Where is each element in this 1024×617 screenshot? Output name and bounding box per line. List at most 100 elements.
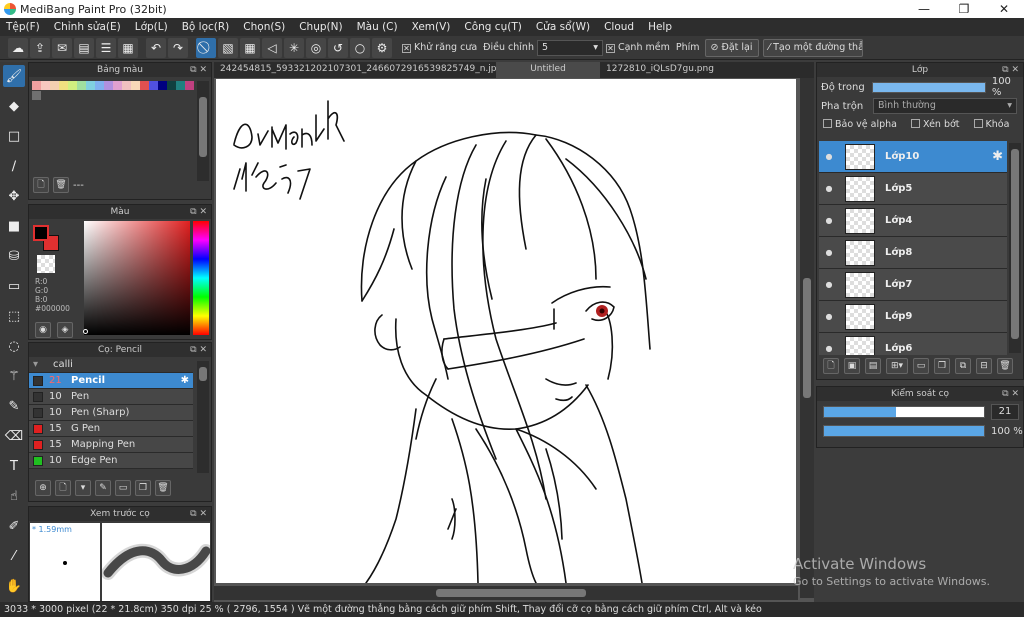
menu-filter[interactable]: Bộ lọc(R) <box>176 21 238 33</box>
menu-cloud[interactable]: Cloud <box>598 21 642 33</box>
magic-wand-tool-icon[interactable]: ⚚ <box>3 365 25 387</box>
color-chips[interactable] <box>33 225 59 251</box>
lasso-tool-icon[interactable]: ◌ <box>3 335 25 357</box>
new-palette-icon[interactable]: 🗋 <box>33 177 49 193</box>
menu-help[interactable]: Help <box>642 21 680 33</box>
dot-tool-icon[interactable]: ∕ <box>3 155 25 177</box>
cloud-icon[interactable]: ☁ <box>8 37 28 58</box>
new-layer-icon[interactable]: 🗋 <box>823 358 839 374</box>
delete-palette-icon[interactable]: 🗑 <box>53 177 69 193</box>
palette-swatch[interactable] <box>68 81 77 90</box>
palette-swatch[interactable] <box>158 81 167 90</box>
soft-edge-checkbox[interactable]: ✕ Cạnh mềm <box>605 42 670 53</box>
snap-settings-icon[interactable]: ⚙ <box>372 37 392 58</box>
lock-checkbox[interactable]: Khóa <box>973 118 1009 130</box>
menu-snap[interactable]: Chụp(N) <box>293 21 350 33</box>
snap-ellipse-icon[interactable]: ○ <box>350 37 370 58</box>
layer-settings-icon[interactable]: ⊟ <box>976 358 992 374</box>
palette-swatch[interactable] <box>59 81 68 90</box>
layer-row[interactable]: ● Lớp5 <box>819 173 1007 205</box>
palette-swatch[interactable] <box>41 81 50 90</box>
brush-size-value[interactable]: 21 <box>991 404 1019 420</box>
fill-rect-tool-icon[interactable]: ■ <box>3 215 25 237</box>
gear-icon[interactable]: ✱ <box>992 149 1007 164</box>
snap-perspective-icon[interactable]: ◁ <box>262 37 282 58</box>
snap-circle-icon[interactable]: ◎ <box>306 37 326 58</box>
layer-row[interactable]: ● Lớp10 ✱ <box>819 141 1007 173</box>
brush-item[interactable]: 10 Edge Pen <box>29 453 193 469</box>
canvas-vertical-scrollbar[interactable] <box>800 78 814 598</box>
comment-icon[interactable]: ✉ <box>52 37 72 58</box>
layer-row[interactable]: ● Lớp7 <box>819 269 1007 301</box>
brush-size-slider[interactable] <box>823 406 985 418</box>
panel-controls-icon[interactable]: ⧉ ✕ <box>190 343 207 357</box>
bucket-tool-icon[interactable]: ⛁ <box>3 245 25 267</box>
divide-tool-icon[interactable]: ✐ <box>3 515 25 537</box>
palette-swatch[interactable] <box>122 81 131 90</box>
brush-menu-icon[interactable]: ▾ <box>75 480 91 496</box>
palette-swatch[interactable] <box>167 81 176 90</box>
protect-alpha-checkbox[interactable]: Bảo vệ alpha <box>823 118 897 130</box>
close-icon[interactable]: ✕ <box>984 0 1024 18</box>
layer-scrollbar[interactable] <box>1009 143 1021 353</box>
primary-color-chip[interactable] <box>33 225 49 241</box>
delete-brush-icon[interactable]: 🗑 <box>155 480 171 496</box>
gear-icon[interactable]: ✱ <box>181 375 193 386</box>
panel-controls-icon[interactable]: ⧉ ✕ <box>190 507 207 521</box>
palette-swatch[interactable] <box>86 81 95 90</box>
add-brush-icon[interactable]: ⊕ <box>35 480 51 496</box>
visibility-icon[interactable]: ● <box>819 152 839 161</box>
palette-swatch[interactable] <box>77 81 86 90</box>
palette-swatch[interactable] <box>32 91 41 100</box>
panel-controls-icon[interactable]: ⧉ ✕ <box>1002 387 1019 401</box>
color-set-icon[interactable]: ◈ <box>57 322 73 338</box>
brush-group[interactable]: ▾ calli <box>29 357 193 373</box>
menu-select[interactable]: Chọn(S) <box>237 21 293 33</box>
palette-swatch[interactable] <box>113 81 122 90</box>
layer-row[interactable]: ● Lớp6 <box>819 333 1007 355</box>
color-picker-cursor[interactable] <box>83 329 88 334</box>
tab-document-3[interactable]: 1272810_iQLsD7gu.png <box>600 62 720 78</box>
palette-swatch[interactable] <box>32 81 41 90</box>
layer-row[interactable]: ● Lớp9 <box>819 301 1007 333</box>
brush-opacity-slider[interactable] <box>823 425 985 437</box>
palette-swatch[interactable] <box>131 81 140 90</box>
palette-swatch[interactable] <box>104 81 113 90</box>
visibility-icon[interactable]: ● <box>819 216 839 225</box>
palette-swatch[interactable] <box>95 81 104 90</box>
menu-edit[interactable]: Chỉnh sửa(E) <box>48 21 129 33</box>
brush-tool-icon[interactable]: 🖌 <box>3 65 25 87</box>
brush-item[interactable]: 10 Pen (Sharp) <box>29 405 193 421</box>
new-brush-icon[interactable]: 🗋 <box>55 480 71 496</box>
new-halftone-layer-icon[interactable]: ▣ <box>844 358 860 374</box>
transparent-color-chip[interactable] <box>37 255 55 273</box>
snap-parallel-icon[interactable]: ▧ <box>218 37 238 58</box>
undo-icon[interactable]: ↶ <box>146 37 166 58</box>
menu-color[interactable]: Màu (C) <box>351 21 406 33</box>
canvas-horizontal-scrollbar[interactable] <box>214 586 798 600</box>
panel-controls-icon[interactable]: ⧉ ✕ <box>190 205 207 219</box>
layer-row[interactable]: ● Lớp4 <box>819 205 1007 237</box>
snap-off-icon[interactable]: ⃠ <box>196 37 216 58</box>
brush-item[interactable]: 10 Pen <box>29 389 193 405</box>
visibility-icon[interactable]: ● <box>819 248 839 257</box>
folder-icon[interactable]: ▭ <box>115 480 131 496</box>
visibility-icon[interactable]: ● <box>819 280 839 289</box>
snap-grid-icon[interactable]: ▦ <box>240 37 260 58</box>
visibility-icon[interactable]: ● <box>819 344 839 353</box>
menu-tools[interactable]: Công cụ(T) <box>458 21 529 33</box>
menu-layer[interactable]: Lớp(L) <box>129 21 176 33</box>
brush-settings-icon[interactable]: ✎ <box>95 480 111 496</box>
new-8bit-layer-icon[interactable]: ▤ <box>865 358 881 374</box>
menu-file[interactable]: Tệp(F) <box>0 21 48 33</box>
hue-slider[interactable] <box>193 221 209 335</box>
panel-controls-icon[interactable]: ⧉ ✕ <box>1002 63 1019 77</box>
panel-icon[interactable]: ▤ <box>74 37 94 58</box>
move-tool-icon[interactable]: ✥ <box>3 185 25 207</box>
palette-swatch[interactable] <box>149 81 158 90</box>
upload-icon[interactable]: ⇪ <box>30 37 50 58</box>
draw-line-button[interactable]: ⁄ Tạo một đường thẳng <box>762 38 863 57</box>
maximize-icon[interactable]: ❐ <box>944 0 984 18</box>
tab-untitled[interactable]: Untitled <box>496 62 600 78</box>
grid-icon[interactable]: ▦ <box>118 37 138 58</box>
